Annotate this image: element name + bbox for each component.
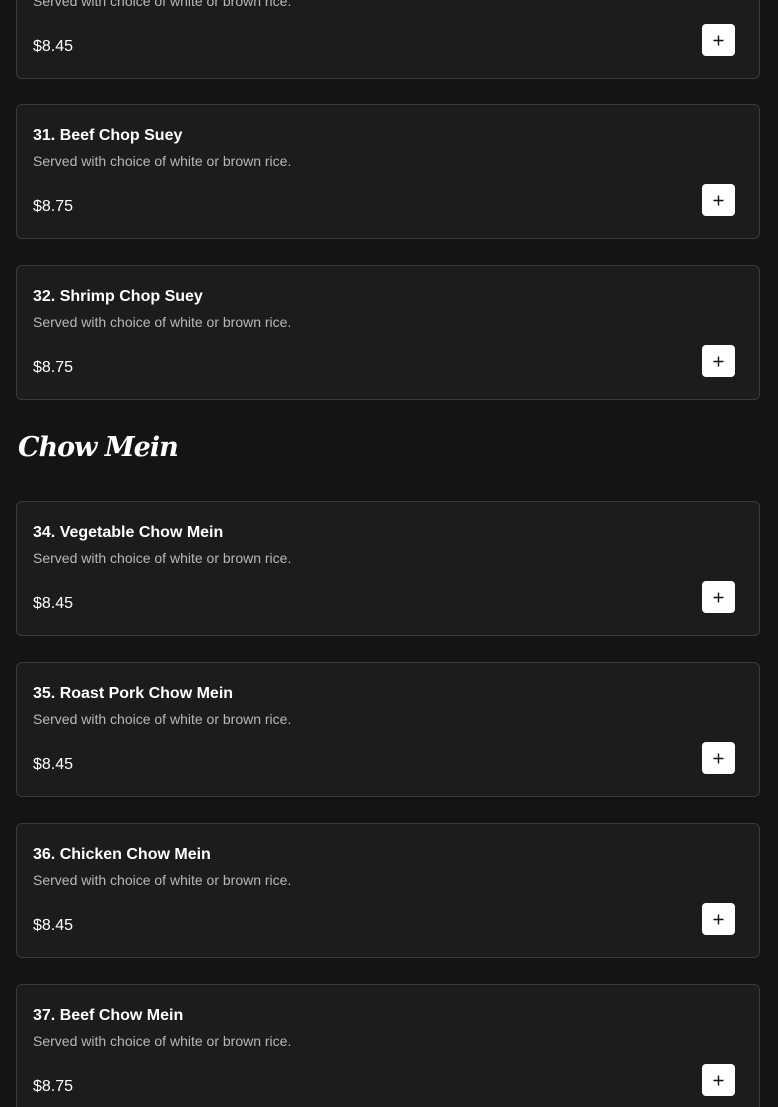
add-to-cart-button[interactable] [702,1064,735,1096]
add-to-cart-button[interactable] [702,581,735,613]
menu-item-price: $8.45 [33,595,74,612]
menu-item-card[interactable]: 37. Beef Chow Mein Served with choice of… [16,984,760,1107]
menu-item-name: 36. Chicken Chow Mein [33,846,211,863]
menu-item-price: $8.45 [33,917,74,934]
plus-icon [713,753,724,763]
menu-item-description: Served with choice of white or brown ric… [33,0,292,9]
section-heading-chow-mein: Chow Mein [18,432,179,463]
menu-item-description: Served with choice of white or brown ric… [33,872,292,888]
menu-item-description: Served with choice of white or brown ric… [33,550,292,566]
add-to-cart-button[interactable] [702,742,735,774]
menu-item-name: 37. Beef Chow Mein [33,1007,184,1024]
menu-item-card[interactable]: 35. Roast Pork Chow Mein Served with cho… [16,662,760,797]
add-to-cart-button[interactable] [702,903,735,935]
add-to-cart-button[interactable] [702,184,735,216]
menu-item-description: Served with choice of white or brown ric… [33,1033,292,1049]
menu-item-name: 31. Beef Chop Suey [33,127,183,144]
plus-icon [713,914,724,924]
menu-item-card[interactable]: 32. Shrimp Chop Suey Served with choice … [16,265,760,400]
plus-icon [713,356,724,366]
menu-item-card[interactable]: 31. Beef Chop Suey Served with choice of… [16,104,760,239]
menu-item-description: Served with choice of white or brown ric… [33,314,292,330]
menu-item-price: $8.75 [33,198,74,215]
plus-icon [713,1075,724,1085]
menu-item-description: Served with choice of white or brown ric… [33,153,292,169]
add-to-cart-button[interactable] [702,345,735,377]
menu-item-description: Served with choice of white or brown ric… [33,711,292,727]
plus-icon [713,592,724,602]
plus-icon [713,35,724,45]
menu-item-name: 34. Vegetable Chow Mein [33,524,224,541]
menu-item-price: $8.45 [33,756,74,773]
menu-page: Served with choice of white or brown ric… [0,0,778,1107]
add-to-cart-button[interactable] [702,24,735,56]
menu-item-price: $8.45 [33,38,74,55]
menu-item-price: $8.75 [33,359,74,376]
menu-item-card[interactable]: Served with choice of white or brown ric… [16,0,760,79]
plus-icon [713,195,724,205]
menu-item-name: 35. Roast Pork Chow Mein [33,685,234,702]
menu-item-name: 32. Shrimp Chop Suey [33,288,203,305]
menu-item-card[interactable]: 34. Vegetable Chow Mein Served with choi… [16,501,760,636]
menu-item-price: $8.75 [33,1078,74,1095]
menu-item-card[interactable]: 36. Chicken Chow Mein Served with choice… [16,823,760,958]
